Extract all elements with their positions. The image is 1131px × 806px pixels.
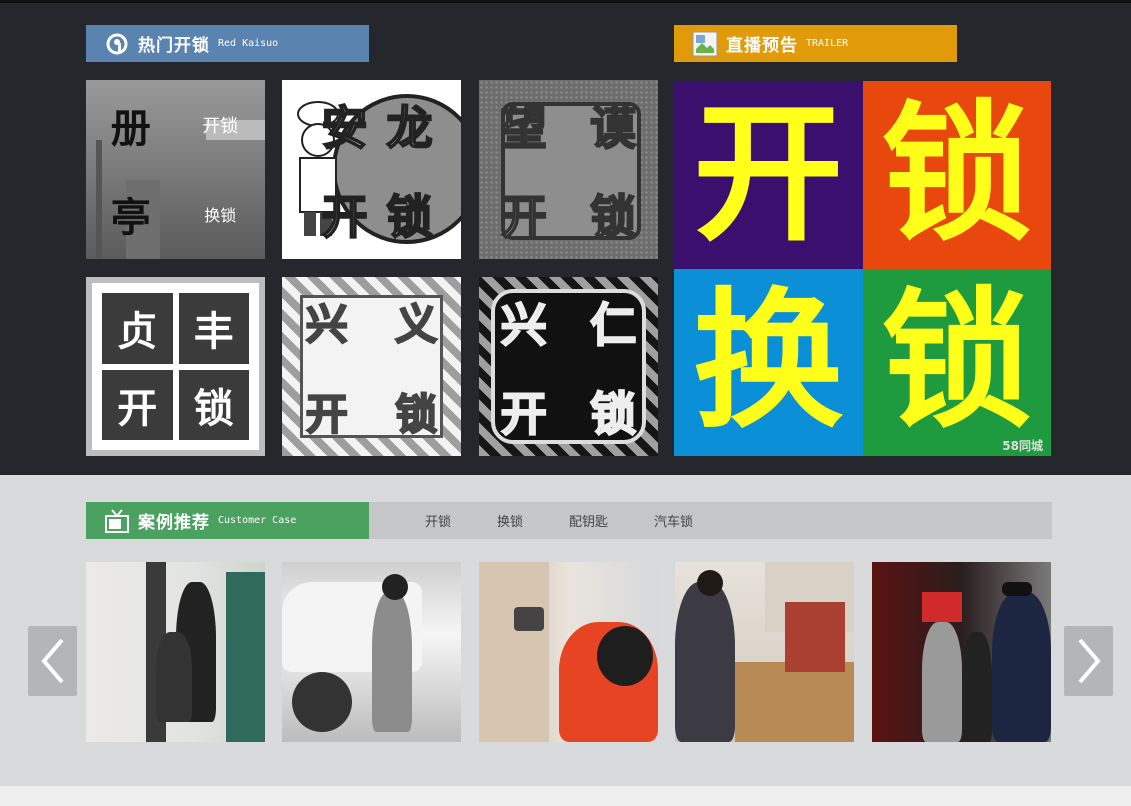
poster-quadrant: 换 <box>674 268 863 456</box>
hot-tile-ceheng[interactable]: 册 开锁 亭 换锁 <box>86 80 265 259</box>
tile-char: 开 <box>500 189 548 245</box>
tile-char: 望 <box>500 100 548 156</box>
case-photo[interactable] <box>479 562 658 742</box>
broken-image-icon <box>692 31 718 57</box>
tile-char: 兴 <box>500 297 548 353</box>
tile-char: 开 <box>321 189 369 245</box>
tile-char: 锁 <box>589 386 637 442</box>
tile-char: 开锁 <box>202 115 239 137</box>
carousel-next-button[interactable] <box>1064 626 1113 696</box>
tab-change-lock[interactable]: 换锁 <box>497 511 523 530</box>
tile-char: 开 <box>102 369 173 440</box>
chevron-left-icon <box>40 638 64 684</box>
live-section-header: 直播预告 TRAILER <box>674 25 957 62</box>
case-section-title: 案例推荐 <box>138 513 210 533</box>
tile-char: 亭 <box>110 195 151 242</box>
hot-tile-zhenfeng[interactable]: 贞 丰 开 锁 <box>86 277 265 456</box>
tile-char: 仁 <box>589 297 637 353</box>
tile-char: 义 <box>394 299 438 350</box>
footer-strip <box>0 786 1131 806</box>
hot-section-header: 热门开锁 Red Kaisuo <box>86 25 369 62</box>
live-section-subtitle: TRAILER <box>806 38 849 49</box>
tile-char: 开 <box>305 389 349 440</box>
hot-tile-xingyi[interactable]: 兴 义 开 锁 <box>282 277 461 456</box>
tile-char: 兴 <box>305 299 349 350</box>
hot-tile-anlong[interactable]: 安 龙 开 锁 <box>282 80 461 259</box>
tile-char: 换锁 <box>204 206 237 226</box>
hot-section-title: 热门开锁 <box>138 36 210 56</box>
tile-char: 开 <box>500 386 548 442</box>
hot-tile-wangmo[interactable]: 望 谟 开 锁 <box>479 80 658 259</box>
case-photo[interactable] <box>872 562 1051 742</box>
poster-quadrant: 锁 <box>862 268 1051 456</box>
swirl-icon <box>104 31 130 57</box>
tile-char: 锁 <box>394 389 438 440</box>
poster-quadrant: 开 <box>674 81 863 269</box>
tab-unlock[interactable]: 开锁 <box>425 511 451 530</box>
case-photo[interactable] <box>86 562 265 742</box>
tile-char: 丰 <box>178 293 249 364</box>
tab-car-lock[interactable]: 汽车锁 <box>654 511 693 530</box>
live-poster[interactable]: 开 锁 换 锁 58同城 <box>674 81 1051 456</box>
case-section-subtitle: Customer Case <box>218 515 297 526</box>
tile-char: 谟 <box>589 100 637 156</box>
tab-key-copy[interactable]: 配钥匙 <box>569 511 608 530</box>
tile-char: 贞 <box>102 293 173 364</box>
chevron-right-icon <box>1077 638 1101 684</box>
carousel-prev-button[interactable] <box>28 626 77 696</box>
tile-char: 锁 <box>178 369 249 440</box>
tile-char: 锁 <box>589 189 637 245</box>
tv-icon <box>104 508 130 534</box>
case-photo[interactable] <box>675 562 854 742</box>
hot-tile-xingren[interactable]: 兴 仁 开 锁 <box>479 277 658 456</box>
tile-char: 安 <box>321 100 369 156</box>
poster-quadrant: 锁 <box>862 81 1051 269</box>
case-section-header: 案例推荐 Customer Case <box>86 502 369 539</box>
case-photo[interactable] <box>282 562 461 742</box>
poster-watermark: 58同城 <box>1002 439 1043 453</box>
hot-section-subtitle: Red Kaisuo <box>218 38 279 49</box>
tile-char: 锁 <box>386 189 434 245</box>
case-tabs: 开锁 换锁 配钥匙 汽车锁 <box>369 502 1052 539</box>
live-section-title: 直播预告 <box>726 36 798 56</box>
tile-char: 龙 <box>386 100 434 156</box>
tile-char: 册 <box>110 105 151 152</box>
